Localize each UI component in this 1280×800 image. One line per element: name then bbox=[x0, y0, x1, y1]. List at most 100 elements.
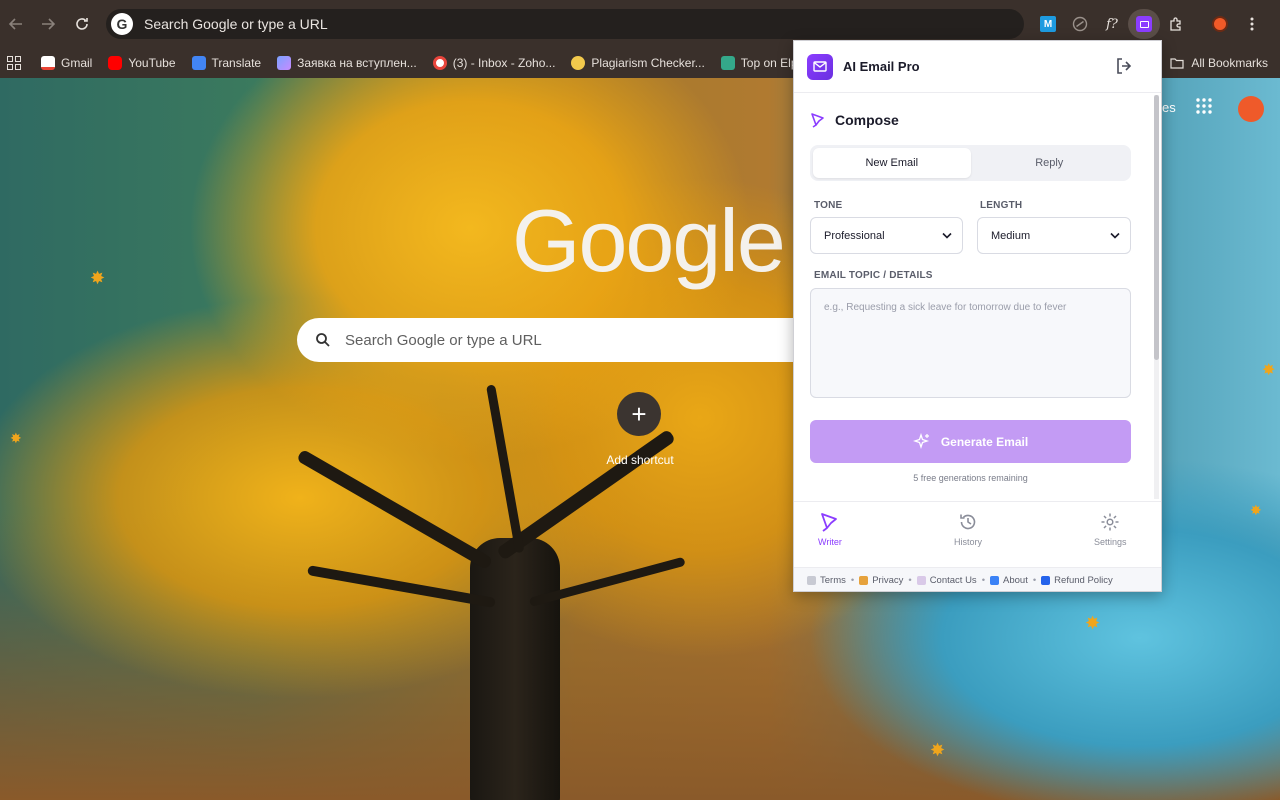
footer-label: About bbox=[1003, 575, 1028, 586]
address-bar-text: Search Google or type a URL bbox=[144, 16, 328, 32]
tone-select[interactable]: Professional bbox=[810, 217, 963, 254]
bookmark-gmail[interactable]: Gmail bbox=[41, 56, 92, 70]
tree-trunk bbox=[470, 538, 560, 800]
search-icon bbox=[316, 333, 330, 347]
google-apps-button[interactable] bbox=[1196, 98, 1216, 118]
profile-avatar-icon bbox=[1212, 16, 1228, 32]
magnifier-icon bbox=[571, 56, 586, 70]
footer-link-contact[interactable]: Contact Us bbox=[916, 575, 977, 586]
popup-footer: Terms • Privacy • Contact Us • About • R… bbox=[794, 567, 1161, 591]
footer-separator: • bbox=[850, 575, 855, 586]
partial-link-text[interactable]: es bbox=[1162, 100, 1176, 115]
compose-mode-tabs: New Email Reply bbox=[810, 145, 1131, 181]
refund-icon bbox=[1041, 576, 1051, 585]
compose-panel: Compose New Email Reply TONE LENGTH Prof… bbox=[794, 94, 1154, 501]
footer-link-terms[interactable]: Terms bbox=[807, 575, 846, 586]
arrow-left-icon bbox=[8, 18, 22, 30]
topic-textarea[interactable]: e.g., Requesting a sick leave for tomorr… bbox=[810, 288, 1131, 398]
bookmark-youtube[interactable]: YouTube bbox=[108, 56, 176, 70]
extension-ai-email-button[interactable] bbox=[1128, 9, 1160, 39]
envelope-icon bbox=[916, 576, 926, 585]
folder-icon bbox=[1170, 58, 1184, 69]
plus-icon: + bbox=[631, 398, 647, 429]
tab-reply[interactable]: Reply bbox=[971, 148, 1129, 178]
elpha-icon bbox=[720, 56, 735, 70]
tone-label: TONE bbox=[814, 200, 843, 211]
bookmark-application[interactable]: Заявка на вступлен... bbox=[277, 56, 417, 70]
google-account-avatar[interactable] bbox=[1238, 96, 1264, 122]
bookmark-translate[interactable]: Translate bbox=[191, 56, 262, 70]
bookmark-label: (3) - Inbox - Zoho... bbox=[452, 56, 556, 70]
chrome-menu-button[interactable] bbox=[1236, 9, 1268, 39]
bookmark-label: YouTube bbox=[128, 56, 176, 70]
bookmark-label: Plagiarism Checker... bbox=[591, 56, 705, 70]
arrow-right-icon bbox=[42, 18, 56, 30]
length-select[interactable]: Medium bbox=[977, 217, 1131, 254]
remaining-generations: 5 free generations remaining bbox=[913, 473, 1028, 483]
search-placeholder: Search Google or type a URL bbox=[345, 331, 542, 349]
chevron-down-icon bbox=[1110, 232, 1120, 239]
bookmark-label: Gmail bbox=[61, 56, 93, 70]
ai-email-extension-icon bbox=[1136, 16, 1152, 32]
footer-link-privacy[interactable]: Privacy bbox=[859, 575, 903, 586]
bookmark-label: Translate bbox=[211, 56, 262, 70]
puzzle-icon bbox=[1170, 17, 1181, 31]
pen-nib-icon bbox=[811, 113, 824, 128]
extension-fx-button[interactable]: f? bbox=[1096, 9, 1128, 39]
footer-label: Contact Us bbox=[929, 575, 977, 586]
bookmark-zoho-inbox[interactable]: (3) - Inbox - Zoho... bbox=[432, 56, 556, 70]
m-extension-icon: M bbox=[1040, 16, 1056, 32]
document-icon bbox=[807, 576, 816, 585]
apps-grid-icon[interactable] bbox=[7, 56, 21, 70]
footer-label: Terms bbox=[820, 575, 846, 586]
back-button[interactable] bbox=[0, 8, 32, 40]
length-value: Medium bbox=[991, 229, 1031, 242]
scrollbar-thumb[interactable] bbox=[1154, 95, 1159, 360]
app-title: AI Email Pro bbox=[843, 59, 920, 74]
popup-scrollbar[interactable] bbox=[1154, 95, 1159, 499]
nav-history[interactable]: History bbox=[954, 512, 982, 547]
length-label: LENGTH bbox=[980, 200, 1023, 211]
footer-link-about[interactable]: About bbox=[990, 575, 1028, 586]
nav-settings-label: Settings bbox=[1094, 537, 1127, 547]
nav-settings[interactable]: Settings bbox=[1094, 512, 1127, 547]
generate-email-label: Generate Email bbox=[940, 434, 1029, 449]
leaf-icon: ✸ bbox=[1085, 613, 1101, 633]
tree-branch bbox=[486, 384, 525, 554]
info-icon bbox=[990, 576, 1000, 585]
all-bookmarks-button[interactable]: All Bookmarks bbox=[1170, 48, 1268, 78]
more-vertical-icon bbox=[1250, 17, 1254, 31]
footer-link-refund[interactable]: Refund Policy bbox=[1041, 575, 1113, 586]
nav-writer[interactable]: Writer bbox=[818, 512, 842, 547]
profile-button[interactable] bbox=[1204, 9, 1236, 39]
add-shortcut-button[interactable]: + bbox=[617, 392, 661, 436]
apps-grid-icon bbox=[1196, 98, 1212, 114]
leaf-icon: ✸ bbox=[1250, 502, 1262, 518]
tree-branch bbox=[495, 428, 677, 561]
logout-button[interactable] bbox=[1115, 57, 1135, 77]
bookmark-label: Заявка на вступлен... bbox=[297, 56, 417, 70]
youtube-icon bbox=[108, 56, 123, 70]
forward-button[interactable] bbox=[32, 8, 64, 40]
tree-branch bbox=[307, 565, 496, 608]
compose-title: Compose bbox=[835, 112, 899, 128]
generate-email-button[interactable]: Generate Email bbox=[810, 420, 1131, 463]
popup-header: AI Email Pro bbox=[794, 41, 1161, 93]
all-bookmarks-label: All Bookmarks bbox=[1191, 56, 1268, 70]
footer-separator: • bbox=[908, 575, 912, 586]
compose-heading: Compose bbox=[810, 112, 899, 128]
tab-new-email[interactable]: New Email bbox=[813, 148, 971, 178]
reload-button[interactable] bbox=[66, 8, 98, 40]
extension-m-button[interactable]: M bbox=[1032, 9, 1064, 39]
topic-placeholder: e.g., Requesting a sick leave for tomorr… bbox=[824, 302, 1067, 313]
bookmark-plagiarism-checker[interactable]: Plagiarism Checker... bbox=[571, 56, 705, 70]
pen-nib-icon bbox=[821, 513, 837, 532]
leaf-icon: ✸ bbox=[90, 268, 106, 288]
zoho-icon bbox=[432, 56, 447, 70]
google-search-box[interactable]: Search Google or type a URL bbox=[297, 318, 817, 362]
reload-icon bbox=[76, 18, 88, 30]
nav-writer-label: Writer bbox=[818, 537, 842, 547]
extensions-menu-button[interactable] bbox=[1160, 9, 1192, 39]
address-bar[interactable]: G Search Google or type a URL bbox=[106, 9, 1024, 39]
extension-circle-button[interactable] bbox=[1064, 9, 1096, 39]
